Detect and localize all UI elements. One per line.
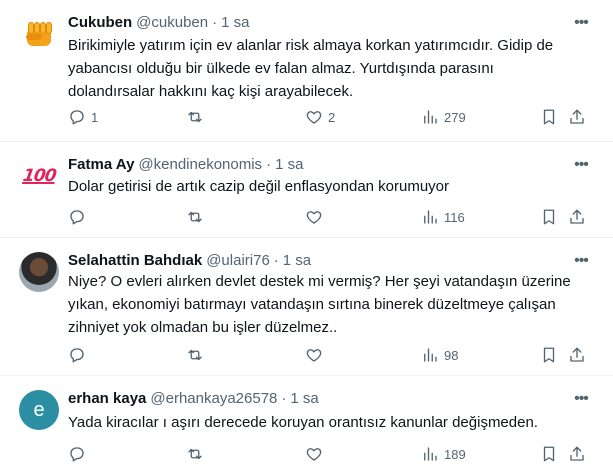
like-button[interactable] [305, 444, 328, 464]
more-icon[interactable]: ••• [571, 14, 591, 32]
tweet-header: Fatma Ay @kendinekonomis · 1 sa [68, 154, 573, 174]
more-icon[interactable]: ••• [571, 156, 591, 174]
tweet-feed: Cukuben @cukuben · 1 sa ••• Birikimiyle … [0, 0, 613, 474]
share-button[interactable] [568, 207, 586, 227]
like-button[interactable]: 2 [305, 107, 335, 127]
bookmark-button[interactable] [540, 444, 558, 464]
view-count: 116 [444, 209, 465, 225]
tweet-actions: 189 [68, 444, 588, 464]
retweet-icon [188, 349, 202, 361]
views-button[interactable]: 116 [421, 207, 465, 227]
author-handle[interactable]: @ulairi76 [206, 252, 270, 269]
bookmark-button[interactable] [540, 107, 558, 127]
separator: · [212, 13, 218, 31]
share-icon [570, 446, 584, 461]
view-count: 98 [444, 347, 459, 363]
timestamp[interactable]: 1 sa [275, 156, 303, 173]
bookmark-icon [543, 446, 555, 462]
author-handle[interactable]: @cukuben [136, 14, 208, 31]
author-name[interactable]: erhan kaya [68, 390, 146, 407]
views-chart-icon [424, 447, 437, 461]
retweet-button[interactable] [186, 444, 204, 464]
avatar-letter: e [33, 398, 45, 421]
reply-count: 1 [91, 109, 99, 125]
view-count: 189 [444, 446, 466, 462]
author-handle[interactable]: @kendinekonomis [138, 156, 262, 173]
tweet-actions: 98 [68, 345, 588, 365]
retweet-icon [188, 111, 202, 123]
share-icon [570, 209, 584, 224]
reply-icon [70, 348, 84, 363]
reply-icon [70, 110, 84, 125]
bookmark-icon [543, 347, 555, 363]
reply-button[interactable] [68, 444, 91, 464]
timestamp[interactable]: 1 sa [283, 252, 311, 269]
author-name[interactable]: Selahattin Bahdıak [68, 252, 202, 269]
tweet-actions: 116 [68, 207, 588, 227]
fist-emoji-icon [24, 20, 54, 48]
views-button[interactable]: 189 [421, 444, 466, 464]
share-icon [570, 109, 584, 124]
bookmark-button[interactable] [540, 345, 558, 365]
views-chart-icon [424, 110, 437, 124]
share-button[interactable] [568, 107, 586, 127]
share-button[interactable] [568, 345, 586, 365]
heart-icon [306, 211, 322, 224]
tweet-text: Yada kiracılar ı aşırı derecede koruyan … [68, 414, 538, 431]
tweet-text: Dolar getirisi de artık cazip değil enfl… [68, 178, 450, 195]
avatar[interactable]: e [19, 390, 59, 430]
tweet-header: Cukuben @cukuben · 1 sa [68, 12, 573, 32]
views-button[interactable]: 279 [421, 107, 466, 127]
heart-icon [306, 349, 322, 362]
bookmark-icon [543, 109, 555, 125]
like-count: 2 [328, 109, 336, 125]
tweet-actions: 1 2 279 [68, 107, 588, 127]
tweet[interactable]: Selahattin Bahdıak @ulairi76 · 1 sa ••• … [0, 238, 613, 376]
separator: · [266, 155, 272, 173]
share-icon [570, 347, 584, 362]
timestamp[interactable]: 1 sa [221, 14, 249, 31]
like-button[interactable] [305, 207, 328, 227]
tweet-header: erhan kaya @erhankaya26578 · 1 sa [68, 388, 573, 408]
view-count: 279 [444, 109, 466, 125]
heart-icon [306, 448, 322, 461]
reply-button[interactable] [68, 207, 91, 227]
hundred-points-emoji-icon: 100 [21, 166, 57, 186]
retweet-icon [188, 211, 202, 223]
tweet[interactable]: e erhan kaya @erhankaya26578 · 1 sa ••• … [0, 376, 613, 474]
tweet[interactable]: 100 Fatma Ay @kendinekonomis · 1 sa ••• … [0, 142, 613, 238]
views-chart-icon [424, 348, 437, 362]
author-handle[interactable]: @erhankaya26578 [150, 390, 277, 407]
views-button[interactable]: 98 [421, 345, 458, 365]
retweet-button[interactable] [186, 107, 204, 127]
more-icon[interactable]: ••• [571, 390, 591, 408]
separator: · [273, 251, 279, 269]
bookmark-button[interactable] [540, 207, 558, 227]
share-button[interactable] [568, 444, 586, 464]
retweet-icon [188, 448, 202, 460]
separator: · [281, 389, 287, 407]
timestamp[interactable]: 1 sa [290, 390, 318, 407]
author-name[interactable]: Fatma Ay [68, 156, 134, 173]
like-button[interactable] [305, 345, 328, 365]
reply-button[interactable] [68, 345, 91, 365]
tweet-header: Selahattin Bahdıak @ulairi76 · 1 sa [68, 250, 573, 270]
reply-icon [70, 447, 84, 462]
reply-icon [70, 210, 84, 225]
tweet[interactable]: Cukuben @cukuben · 1 sa ••• Birikimiyle … [0, 0, 613, 142]
bookmark-icon [543, 209, 555, 225]
views-chart-icon [424, 210, 437, 224]
retweet-button[interactable] [186, 345, 204, 365]
reply-button[interactable]: 1 [68, 107, 98, 127]
more-icon[interactable]: ••• [571, 252, 591, 270]
author-name[interactable]: Cukuben [68, 14, 132, 31]
avatar[interactable] [19, 14, 59, 54]
heart-icon [306, 111, 322, 124]
avatar[interactable]: 100 [19, 156, 59, 196]
tweet-text: Birikimiyle yatırım için ev alanlar risk… [68, 37, 554, 100]
tweet-text: Niye? O evleri alırken devlet destek mi … [68, 273, 571, 336]
retweet-button[interactable] [186, 207, 204, 227]
avatar[interactable] [19, 252, 59, 292]
